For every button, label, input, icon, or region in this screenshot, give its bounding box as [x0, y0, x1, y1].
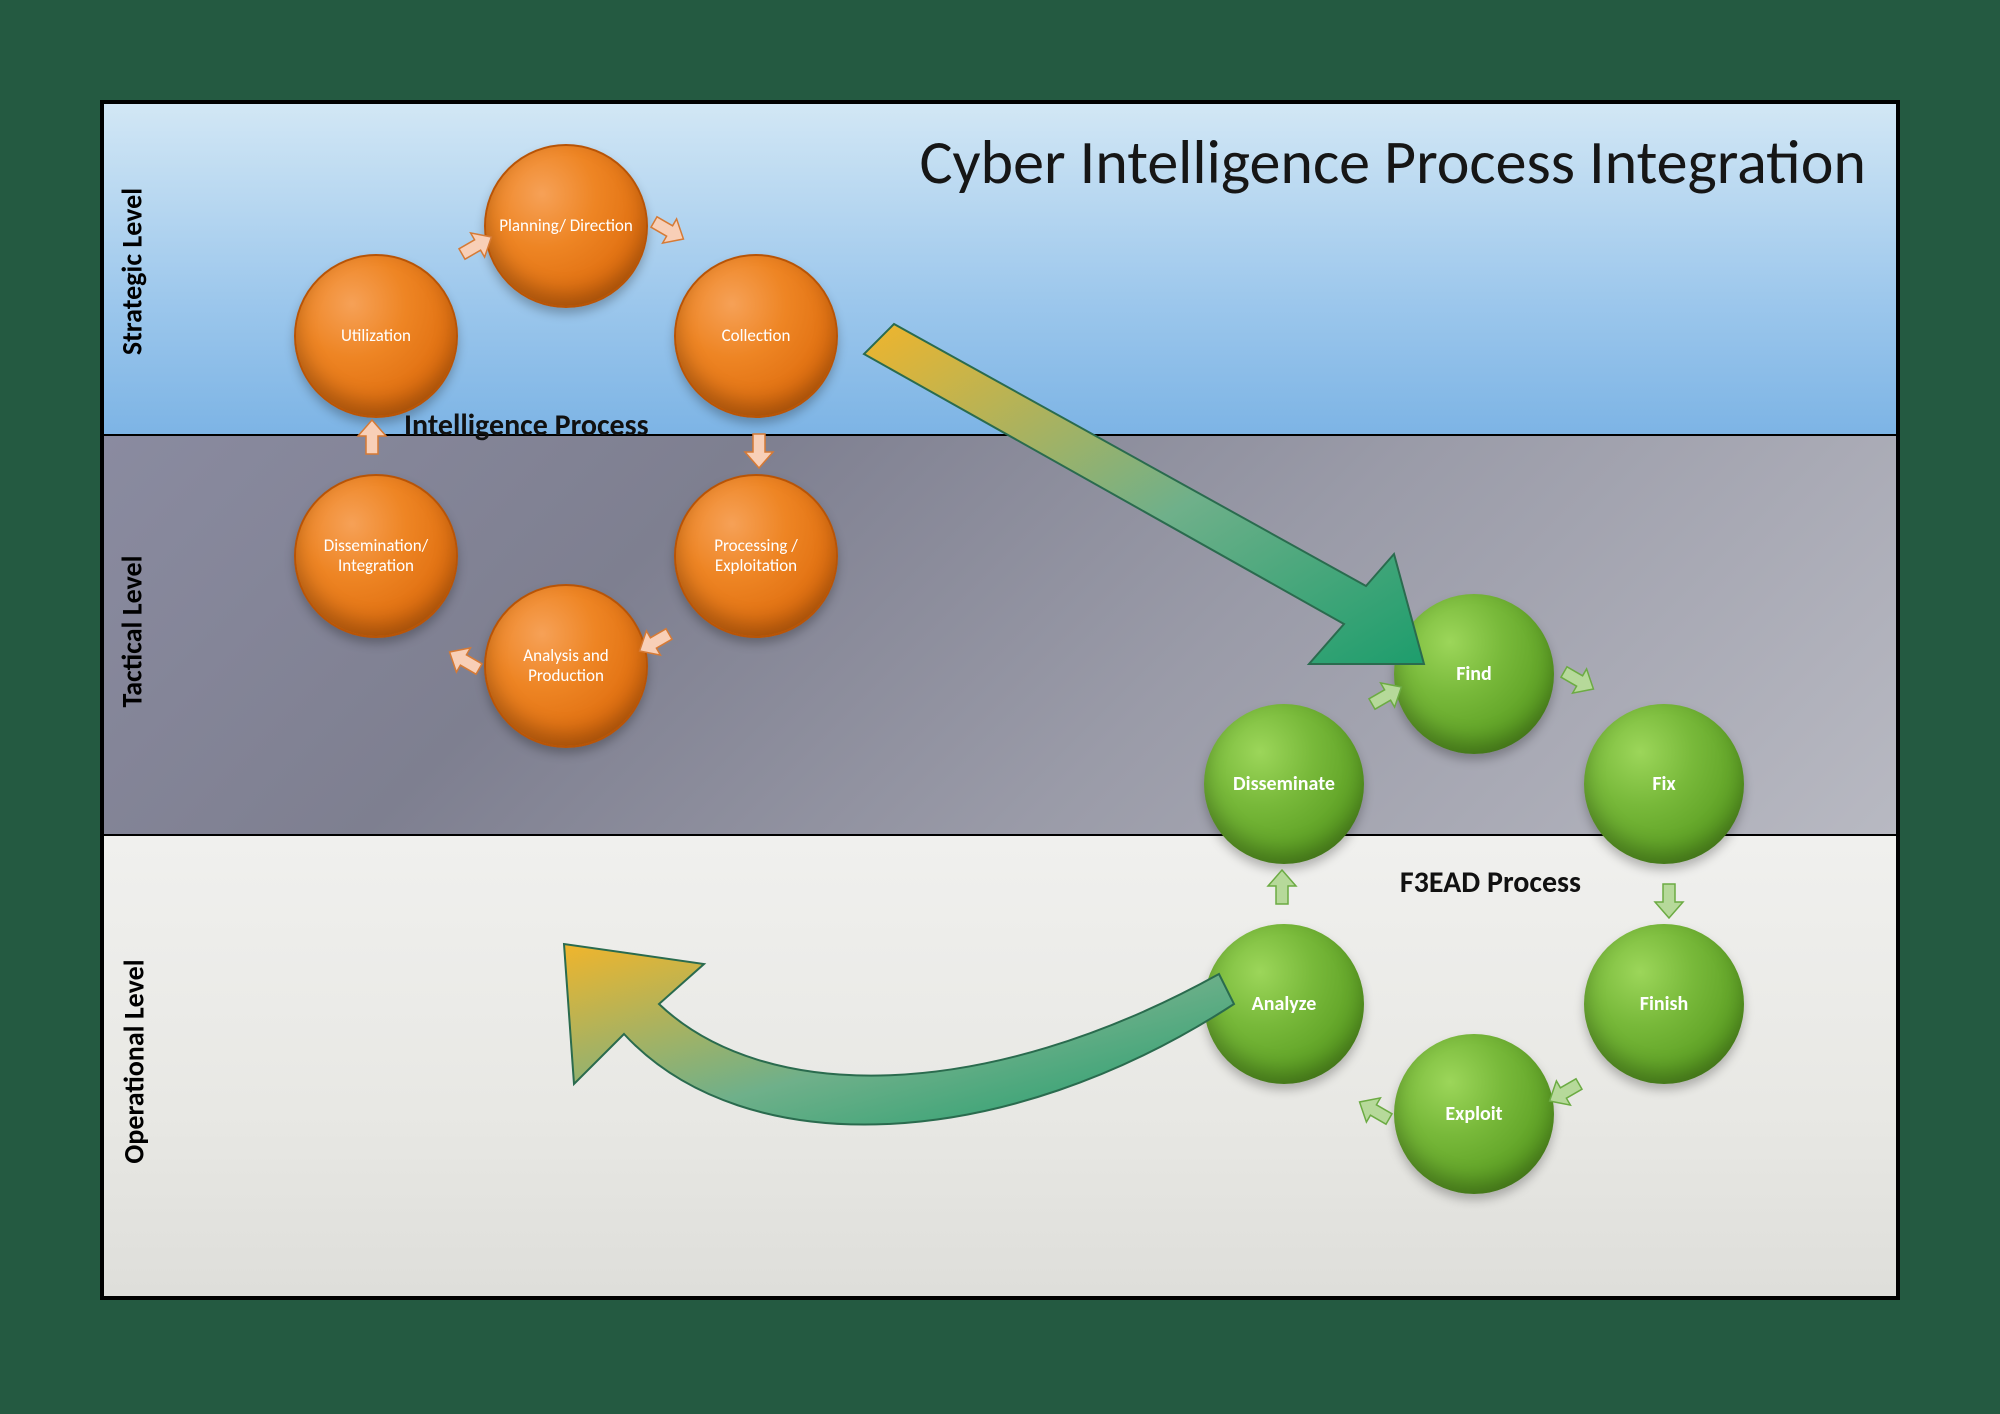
intel-node-processing: Processing / Exploitation	[674, 474, 838, 638]
f3ead-process-label: F3EAD Process	[1400, 864, 1581, 901]
intel-node-planning-text: Planning/ Direction	[491, 216, 641, 236]
intelligence-process-label: Intelligence Process	[404, 407, 649, 444]
f3ead-node-fix: Fix	[1584, 704, 1744, 864]
f3ead-node-fix-text: Fix	[1644, 772, 1683, 796]
intel-node-utilization-text: Utilization	[333, 326, 419, 346]
f3ead-node-finish-text: Finish	[1632, 992, 1696, 1016]
intel-node-processing-text: Processing / Exploitation	[676, 536, 836, 577]
f3ead-node-analyze: Analyze	[1204, 924, 1364, 1084]
f3ead-node-disseminate: Disseminate	[1204, 704, 1364, 864]
diagram-title: Cyber Intelligence Process Integration	[919, 124, 1866, 200]
level-label-strategic: Strategic Level	[115, 152, 150, 392]
intel-node-collection: Collection	[674, 254, 838, 418]
intel-node-collection-text: Collection	[714, 326, 799, 346]
intel-node-disseminate-text: Dissemination/ Integration	[296, 536, 456, 577]
f3ead-node-disseminate-text: Disseminate	[1225, 772, 1343, 796]
slide: Cyber Intelligence Process Integration S…	[100, 100, 1900, 1300]
page: Cyber Intelligence Process Integration S…	[0, 0, 2000, 1414]
level-label-tactical: Tactical Level	[115, 512, 150, 752]
f3ead-node-analyze-text: Analyze	[1244, 992, 1325, 1016]
intel-node-analysis-text: Analysis and Production	[486, 646, 646, 687]
f3ead-node-find-text: Find	[1448, 662, 1500, 686]
intel-node-planning: Planning/ Direction	[484, 144, 648, 308]
intel-node-disseminate: Dissemination/ Integration	[294, 474, 458, 638]
f3ead-node-find: Find	[1394, 594, 1554, 754]
level-label-operational: Operational Level	[117, 932, 152, 1192]
f3ead-node-finish: Finish	[1584, 924, 1744, 1084]
f3ead-node-exploit: Exploit	[1394, 1034, 1554, 1194]
intel-node-utilization: Utilization	[294, 254, 458, 418]
divider-top	[104, 434, 1896, 436]
intel-node-analysis: Analysis and Production	[484, 584, 648, 748]
f3ead-node-exploit-text: Exploit	[1437, 1102, 1510, 1126]
